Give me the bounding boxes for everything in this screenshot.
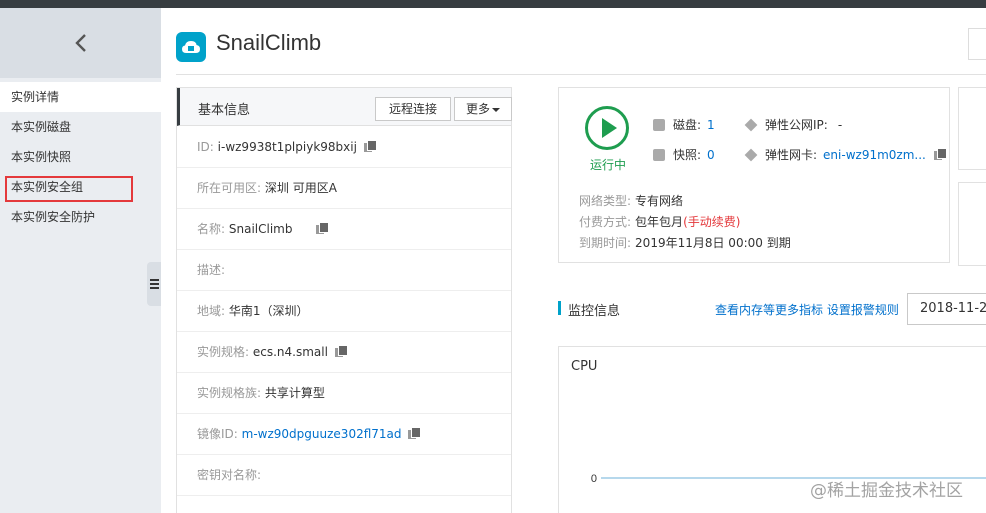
sidebar-item-instance-snapshots[interactable]: 本实例快照 bbox=[0, 142, 161, 172]
date-picker[interactable]: 2018-11-27 bbox=[907, 293, 986, 325]
disk-count[interactable]: 1 bbox=[707, 118, 715, 132]
sidebar-item-security-group[interactable]: 本实例安全组 bbox=[0, 172, 161, 202]
info-value: 共享计算型 bbox=[264, 386, 325, 400]
side-card-bottom bbox=[958, 182, 986, 266]
top-bar bbox=[0, 0, 986, 8]
view-more-metrics-link[interactable]: 查看内存等更多指标 bbox=[715, 303, 823, 317]
info-label: 所在可用区: bbox=[197, 181, 262, 195]
snapshot-label: 快照: bbox=[673, 148, 702, 162]
running-status-label: 运行中 bbox=[590, 158, 627, 172]
more-button[interactable]: 更多 bbox=[454, 97, 512, 121]
instance-status-card: 运行中 磁盘: 1 快照: 0 弹性公网IP: - 弹性网卡: eni-wz91m0zm… bbox=[558, 87, 950, 263]
info-label: 实例规格: bbox=[197, 345, 250, 359]
sidebar: 实例详情 本实例磁盘 本实例快照 本实例安全组 本实例安全防护 bbox=[0, 8, 161, 513]
expiry-row: 到期时间: 2019年11月8日 00:00 到期 bbox=[579, 234, 791, 251]
billing-row: 付费方式: 包年包月(手动续费) bbox=[579, 213, 740, 230]
sidebar-item-instance-disks[interactable]: 本实例磁盘 bbox=[0, 112, 161, 142]
disk-icon bbox=[653, 119, 665, 131]
info-value: i-wz9938t1plpiyk98bxij bbox=[217, 140, 357, 154]
info-row-instance-type: 实例规格: ecs.n4.small bbox=[177, 332, 511, 373]
monitor-title: 监控信息 bbox=[568, 304, 621, 319]
copy-icon[interactable] bbox=[334, 345, 348, 357]
side-card-top bbox=[958, 87, 986, 170]
eni-stat: 弹性网卡: eni-wz91m0zm... bbox=[744, 146, 947, 163]
info-row-description: 描述: bbox=[177, 250, 511, 291]
monitor-accent-bar bbox=[558, 301, 561, 315]
network-card-icon bbox=[744, 148, 758, 162]
back-button[interactable] bbox=[0, 8, 161, 78]
basic-info-header: 基本信息 远程连接 更多 bbox=[177, 88, 512, 126]
info-row-id: ID: i-wz9938t1plpiyk98bxij bbox=[177, 127, 511, 168]
detail-value: 包年包月 bbox=[635, 215, 684, 229]
detail-value: 专有网络 bbox=[635, 194, 684, 208]
basic-info-panel: 基本信息 远程连接 更多 ID: i-wz9938t1plpiyk98bxij … bbox=[176, 87, 512, 513]
info-value: SnailClimb bbox=[228, 222, 293, 236]
snapshot-stat: 快照: 0 bbox=[653, 146, 715, 163]
set-alarm-rule-link[interactable]: 设置报警规则 bbox=[827, 303, 899, 317]
menu-collapse-icon bbox=[149, 277, 159, 291]
remote-connect-button[interactable]: 远程连接 bbox=[375, 97, 451, 121]
eip-stat: 弹性公网IP: - bbox=[744, 116, 843, 133]
info-row-name: 名称: SnailClimb bbox=[177, 209, 511, 250]
snapshot-count[interactable]: 0 bbox=[707, 148, 715, 162]
network-type-row: 网络类型: 专有网络 bbox=[579, 192, 683, 209]
copy-icon[interactable] bbox=[408, 427, 422, 439]
copy-icon[interactable] bbox=[933, 148, 947, 160]
page-title: SnailClimb bbox=[216, 30, 322, 55]
sidebar-collapse-handle[interactable] bbox=[147, 262, 161, 306]
y-tick-label: 0 bbox=[591, 473, 597, 485]
info-value: 华南1（深圳） bbox=[228, 304, 309, 318]
info-label: 描述: bbox=[197, 263, 226, 277]
edit-icon[interactable] bbox=[316, 222, 330, 234]
header-divider bbox=[176, 74, 986, 75]
running-status-icon bbox=[585, 106, 629, 150]
network-icon bbox=[744, 118, 758, 132]
monitor-links: 查看内存等更多指标 设置报警规则 bbox=[715, 301, 899, 318]
info-row-zone: 所在可用区: 深圳 可用区A bbox=[177, 168, 511, 209]
cloud-server-icon bbox=[176, 32, 206, 62]
snapshot-icon bbox=[653, 149, 665, 161]
sidebar-item-security-protection[interactable]: 本实例安全防护 bbox=[0, 202, 161, 232]
info-value: 深圳 可用区A bbox=[264, 181, 337, 195]
image-id-link[interactable]: m-wz90dpguuze302fl71ad bbox=[242, 427, 402, 441]
info-label: 实例规格族: bbox=[197, 386, 262, 400]
sidebar-item-instance-details[interactable]: 实例详情 bbox=[0, 82, 161, 112]
eni-label: 弹性网卡: bbox=[765, 148, 818, 162]
manual-renew-note[interactable]: (手动续费) bbox=[683, 215, 740, 229]
info-row-instance-family: 实例规格族: 共享计算型 bbox=[177, 373, 511, 414]
eni-link[interactable]: eni-wz91m0zm... bbox=[823, 148, 926, 162]
eip-value: - bbox=[837, 118, 843, 132]
detail-label: 到期时间: bbox=[579, 236, 632, 250]
watermark: @稀土掘金技术社区 bbox=[810, 481, 963, 501]
header-action-button[interactable] bbox=[968, 28, 986, 60]
more-label: 更多 bbox=[465, 102, 490, 116]
info-row-image-id: 镜像ID: m-wz90dpguuze302fl71ad bbox=[177, 414, 511, 455]
info-label: 密钥对名称: bbox=[197, 468, 262, 482]
info-label: ID: bbox=[197, 140, 214, 154]
disk-stat: 磁盘: 1 bbox=[653, 116, 715, 133]
info-label: 地域: bbox=[197, 304, 226, 318]
detail-label: 网络类型: bbox=[579, 194, 632, 208]
info-label: 名称: bbox=[197, 222, 226, 236]
copy-icon[interactable] bbox=[363, 140, 377, 152]
eip-label: 弹性公网IP: bbox=[765, 118, 828, 132]
chevron-left-icon bbox=[74, 34, 86, 52]
info-label: 镜像ID: bbox=[197, 427, 238, 441]
disk-label: 磁盘: bbox=[673, 118, 702, 132]
detail-label: 付费方式: bbox=[579, 215, 632, 229]
info-row-keypair: 密钥对名称: bbox=[177, 455, 511, 496]
info-row-region: 地域: 华南1（深圳） bbox=[177, 291, 511, 332]
basic-info-title: 基本信息 bbox=[198, 103, 251, 118]
info-value: ecs.n4.small bbox=[252, 345, 328, 359]
detail-value: 2019年11月8日 00:00 到期 bbox=[635, 236, 791, 250]
caret-down-icon bbox=[492, 107, 500, 112]
